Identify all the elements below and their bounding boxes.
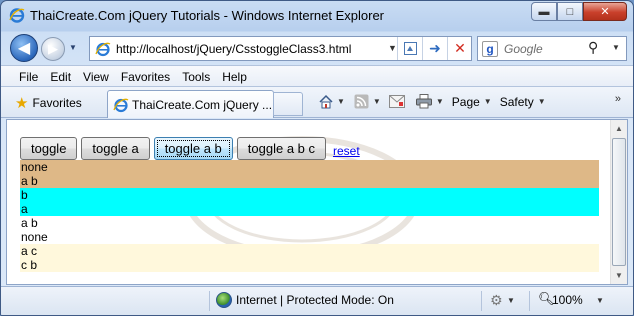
address-input[interactable]: http://localhost/jQuery/CsstoggleClass3.… <box>116 42 351 56</box>
menu-file[interactable]: File <box>13 66 44 86</box>
recent-pages-dropdown-icon[interactable]: ▼ <box>69 43 77 52</box>
safety-menu-dropdown-icon[interactable]: ▼ <box>538 97 546 106</box>
address-actions: ➜ ✕ <box>397 37 472 60</box>
toggle-a-button[interactable]: toggle a <box>81 137 150 160</box>
toggle-button[interactable]: toggle <box>20 137 78 160</box>
search-icon[interactable]: ⚲ <box>588 39 598 56</box>
home-icon[interactable] <box>317 93 334 110</box>
forward-button[interactable]: ▶ <box>41 37 65 61</box>
window-title: ThaiCreate.Com jQuery Tutorials - Window… <box>30 8 385 23</box>
class-rows: none a b b a a b none a c c b <box>20 160 599 272</box>
menu-favorites[interactable]: Favorites <box>115 66 176 86</box>
browser-window: ThaiCreate.Com jQuery Tutorials - Window… <box>0 0 634 316</box>
protected-mode-dropdown-icon[interactable]: ▼ <box>507 296 515 305</box>
class-row: none <box>20 160 599 174</box>
command-bar: ★ Favorites ThaiCreate.Com jQuery ... ▼ … <box>1 87 633 118</box>
address-dropdown-icon[interactable]: ▼ <box>388 43 397 53</box>
home-dropdown-icon[interactable]: ▼ <box>337 97 345 106</box>
favorites-button[interactable]: ★ Favorites <box>15 94 82 112</box>
feeds-dropdown-icon[interactable]: ▼ <box>373 97 381 106</box>
status-divider <box>529 291 530 311</box>
google-icon: g <box>482 41 498 57</box>
search-box[interactable]: g Google ⚲ ▼ <box>477 36 627 61</box>
toggle-a-b-c-button[interactable]: toggle a b c <box>236 137 327 160</box>
feeds-icon[interactable] <box>353 93 370 110</box>
navigation-bar: ◀ ▶ ▼ http://localhost/jQuery/CsstoggleC… <box>1 31 633 65</box>
page-icon <box>95 42 111 57</box>
class-row: c b <box>20 258 599 272</box>
menu-bar: File Edit View Favorites Tools Help <box>1 65 633 87</box>
scroll-up-icon[interactable]: ▲ <box>611 120 627 137</box>
menu-view[interactable]: View <box>77 66 115 86</box>
page-menu-dropdown-icon[interactable]: ▼ <box>484 97 492 106</box>
class-row: none <box>21 230 48 244</box>
title-bar: ThaiCreate.Com jQuery Tutorials - Window… <box>1 1 633 31</box>
go-icon[interactable]: ➜ <box>422 37 447 60</box>
favorites-star-icon: ★ <box>15 95 29 112</box>
back-button[interactable]: ◀ <box>10 34 38 62</box>
search-input[interactable]: Google <box>504 42 543 56</box>
menu-tools[interactable]: Tools <box>176 66 216 86</box>
zoom-level[interactable]: 100% <box>552 293 583 307</box>
tab-page-icon <box>113 98 129 113</box>
print-dropdown-icon[interactable]: ▼ <box>436 97 444 106</box>
toggle-button-group: toggle toggle a toggle a b toggle a b c … <box>20 137 360 160</box>
more-commands-chevron-icon[interactable]: » <box>615 93 621 105</box>
browser-tab[interactable]: ThaiCreate.Com jQuery ... <box>107 90 274 118</box>
page-menu[interactable]: Page <box>452 95 480 109</box>
window-controls: ▬ □ ✕ <box>531 2 627 21</box>
compatibility-view-icon[interactable] <box>397 37 422 60</box>
toggle-a-b-button[interactable]: toggle a b <box>153 137 233 160</box>
page-content: toggle toggle a toggle a b toggle a b c … <box>6 119 628 285</box>
status-divider <box>209 291 210 311</box>
address-bar[interactable]: http://localhost/jQuery/CsstoggleClass3.… <box>89 36 472 61</box>
new-tab-button[interactable] <box>273 92 303 116</box>
safety-menu[interactable]: Safety <box>500 95 534 109</box>
class-row: a b <box>21 216 38 230</box>
class-row: a c <box>20 244 599 258</box>
favorites-label: Favorites <box>32 96 82 110</box>
class-row: a b <box>20 174 599 188</box>
tab-title: ThaiCreate.Com jQuery ... <box>132 98 273 112</box>
status-bar: Internet | Protected Mode: On ⚙ ▼ 🔍︎ 100… <box>1 286 633 315</box>
menu-help[interactable]: Help <box>216 66 253 86</box>
read-mail-icon[interactable] <box>389 93 406 110</box>
scrollbar-thumb[interactable] <box>612 138 626 266</box>
status-divider <box>481 291 482 311</box>
zoom-dropdown-icon[interactable]: ▼ <box>596 296 604 305</box>
class-row: a <box>20 202 599 216</box>
print-icon[interactable] <box>416 93 433 110</box>
stop-icon[interactable]: ✕ <box>447 37 472 60</box>
scroll-down-icon[interactable]: ▼ <box>611 267 627 284</box>
command-buttons: ▼ ▼ ▼ Page ▼ Safety ▼ <box>317 93 554 110</box>
maximize-button[interactable]: □ <box>557 2 583 21</box>
internet-zone-globe-icon <box>216 292 232 308</box>
class-row: b <box>20 188 599 202</box>
close-button[interactable]: ✕ <box>583 2 627 21</box>
security-zone-text[interactable]: Internet | Protected Mode: On <box>236 293 394 307</box>
reset-link[interactable]: reset <box>333 144 360 158</box>
menu-edit[interactable]: Edit <box>44 66 77 86</box>
internet-explorer-icon <box>9 8 25 23</box>
vertical-scrollbar[interactable]: ▲ ▼ <box>610 120 627 284</box>
search-options-dropdown-icon[interactable]: ▼ <box>612 43 620 52</box>
minimize-button[interactable]: ▬ <box>531 2 557 21</box>
protected-mode-icon[interactable]: ⚙ <box>490 292 503 309</box>
